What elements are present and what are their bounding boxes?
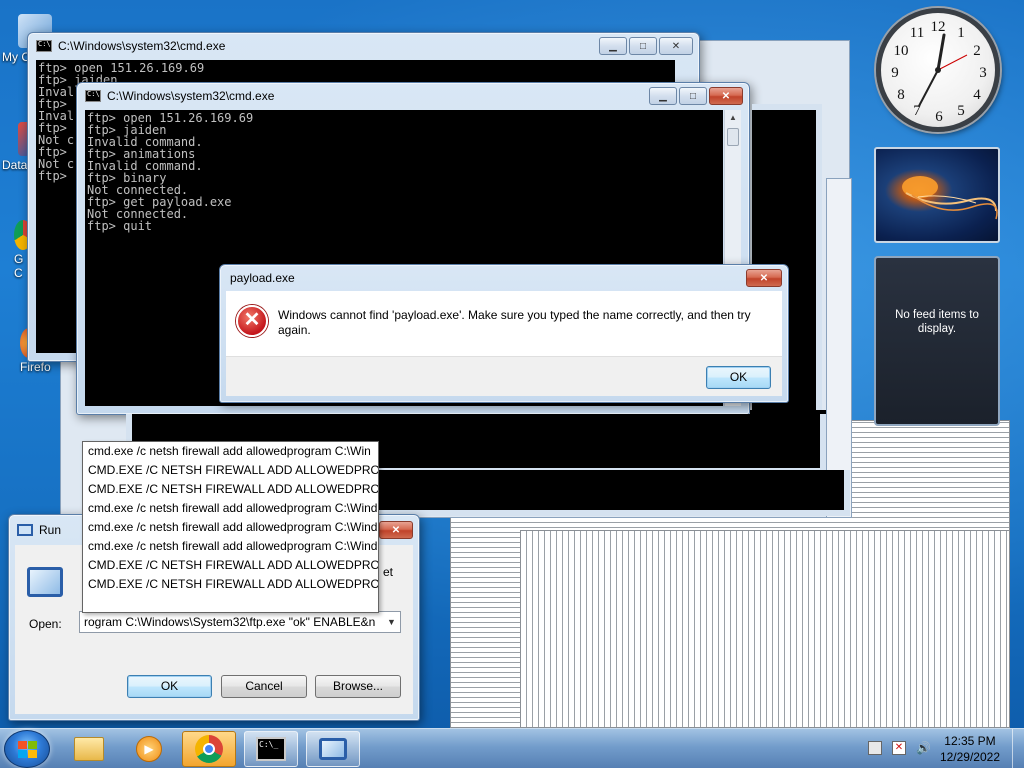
slideshow-gadget[interactable] — [874, 147, 1000, 243]
open-label: Open: — [29, 617, 62, 631]
tray-time: 12:35 PM — [944, 734, 996, 748]
desktop-icon-label: Firefo — [20, 360, 51, 374]
clock-hands — [918, 33, 968, 107]
console-line: Invalid command. — [87, 159, 203, 173]
autocomplete-item[interactable]: cmd.exe /c netsh firewall add allowedpro… — [83, 518, 378, 537]
cancel-button[interactable]: Cancel — [221, 675, 307, 698]
desktop-icon-label: Data — [2, 158, 28, 172]
network-icon[interactable]: ✕ — [892, 741, 906, 755]
desktop-icon-label: My C — [2, 50, 30, 64]
minimize-button[interactable]: ▁ — [649, 87, 677, 105]
run-icon — [319, 738, 347, 760]
action-center-icon[interactable] — [868, 741, 882, 755]
error-icon: ✕ — [236, 305, 268, 337]
maximize-button[interactable]: □ — [629, 37, 657, 55]
open-combobox[interactable]: rogram C:\Windows\System32\ftp.exe "ok" … — [79, 611, 401, 633]
autocomplete-item[interactable]: cmd.exe /c netsh firewall add allowedpro… — [83, 499, 378, 518]
run-icon — [17, 524, 33, 536]
console-line: Not connected. — [87, 207, 189, 221]
run-app-icon — [27, 567, 63, 597]
autocomplete-list[interactable]: cmd.exe /c netsh firewall add allowedpro… — [82, 441, 379, 613]
close-button[interactable]: ✕ — [659, 37, 693, 55]
autocomplete-item[interactable]: CMD.EXE /C NETSH FIREWALL ADD ALLOWEDPRO… — [83, 556, 378, 575]
cmd-icon — [36, 40, 52, 52]
taskbar: ▶ C:\_ ✕ 🔊 12:35 PM 12/29/2022 — [0, 728, 1024, 768]
window-title: C:\Windows\system32\cmd.exe — [107, 89, 275, 103]
console-line: ftp> quit — [87, 219, 153, 233]
dialog-footer: OK — [226, 356, 782, 396]
jellyfish-image — [902, 176, 998, 220]
chevron-down-icon[interactable]: ▼ — [383, 612, 400, 632]
close-button[interactable]: ✕ — [379, 521, 413, 539]
taskbar-explorer[interactable] — [62, 731, 116, 767]
error-dialog[interactable]: payload.exe ✕ ✕ Windows cannot find 'pay… — [219, 264, 789, 403]
dialog-body: ✕ Windows cannot find 'payload.exe'. Mak… — [226, 291, 782, 396]
start-button[interactable] — [4, 730, 50, 768]
autocomplete-item[interactable]: CMD.EXE /C NETSH FIREWALL ADD ALLOWEDPRO… — [83, 461, 378, 480]
windows-logo-icon — [18, 741, 38, 759]
tray-date: 12/29/2022 — [939, 750, 1000, 764]
feed-gadget[interactable]: No feed items to display. — [874, 256, 1000, 426]
media-player-icon: ▶ — [136, 736, 162, 762]
taskbar-run[interactable] — [306, 731, 360, 767]
volume-icon[interactable]: 🔊 — [916, 741, 931, 755]
window-title: C:\Windows\system32\cmd.exe — [58, 39, 226, 53]
taskbar-cmd[interactable]: C:\_ — [244, 731, 298, 767]
scroll-thumb[interactable] — [727, 128, 739, 146]
title-bar[interactable]: payload.exe ✕ — [220, 265, 788, 291]
error-message: Windows cannot find 'payload.exe'. Make … — [278, 308, 751, 337]
autocomplete-item[interactable]: CMD.EXE /C NETSH FIREWALL ADD ALLOWEDPRO… — [83, 575, 378, 594]
window-trail — [520, 530, 1010, 728]
clock-gadget[interactable]: 12 1 2 3 4 5 6 7 8 9 10 11 — [876, 8, 1000, 132]
ok-button[interactable]: OK — [706, 366, 771, 389]
dialog-title: payload.exe — [230, 271, 295, 285]
taskbar-chrome[interactable] — [182, 731, 236, 767]
maximize-button[interactable]: □ — [679, 87, 707, 105]
minimize-button[interactable]: ▁ — [599, 37, 627, 55]
show-desktop-button[interactable] — [1012, 729, 1024, 768]
open-input[interactable]: rogram C:\Windows\System32\ftp.exe "ok" … — [84, 615, 375, 629]
chrome-icon — [195, 735, 223, 763]
ok-button[interactable]: OK — [127, 675, 212, 698]
autocomplete-item[interactable]: cmd.exe /c netsh firewall add allowedpro… — [83, 442, 378, 461]
run-description-partial: et — [383, 565, 394, 579]
console-line: ftp> open 151.26.169.69 — [38, 61, 205, 75]
close-button[interactable]: ✕ — [709, 87, 743, 105]
close-button[interactable]: ✕ — [746, 269, 782, 287]
console-ghost — [826, 178, 852, 518]
autocomplete-item[interactable]: cmd.exe /c netsh firewall add allowedpro… — [83, 537, 378, 556]
cmd-icon — [85, 90, 101, 102]
cmd-icon: C:\_ — [256, 737, 286, 761]
taskbar-media-player[interactable]: ▶ — [122, 731, 176, 767]
feed-empty-text: No feed items to display. — [895, 309, 979, 335]
tray-clock[interactable]: 12:35 PM 12/29/2022 — [940, 733, 1000, 765]
scroll-up-arrow[interactable]: ▲ — [725, 110, 741, 126]
browse-button[interactable]: Browse... — [315, 675, 401, 698]
desktop-icon-label: G C — [14, 252, 24, 280]
title-bar[interactable]: C:\Windows\system32\cmd.exe ▁ □ ✕ — [77, 83, 749, 109]
folder-icon — [74, 737, 104, 761]
console-line: ftp> open 151.26.169.69 — [87, 111, 254, 125]
title-bar[interactable]: C:\Windows\system32\cmd.exe ▁ □ ✕ — [28, 33, 699, 59]
autocomplete-item[interactable]: CMD.EXE /C NETSH FIREWALL ADD ALLOWEDPRO… — [83, 480, 378, 499]
